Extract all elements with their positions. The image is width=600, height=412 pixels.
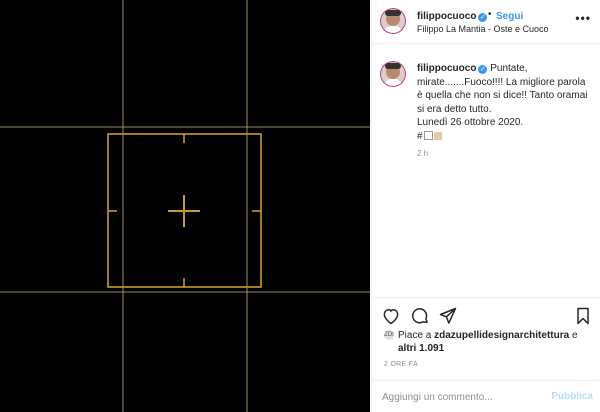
liker-username[interactable]: zdazupellidesignarchitettura xyxy=(434,330,569,341)
heart-icon[interactable] xyxy=(381,306,401,326)
header-subtitle[interactable]: Filippo La Mantia - Oste e Cuoco xyxy=(417,24,549,34)
verified-badge-icon: ✓ xyxy=(478,65,488,74)
post-header: filippocuoco ✓ • Segui Filippo La Mantia … xyxy=(372,0,600,44)
skin-tone-emoji-icon xyxy=(433,131,442,140)
caption-username[interactable]: filippocuoco xyxy=(417,63,476,74)
post-timestamp[interactable]: 2 ORE FA xyxy=(384,361,418,368)
separator-dot: • xyxy=(488,9,492,20)
avatar[interactable] xyxy=(380,8,406,34)
caption-time-ago: 2 h xyxy=(417,149,429,158)
gif-emoji-icon xyxy=(423,130,433,140)
likes-summary: ZDI Piace a zdazupellidesignarchitettura… xyxy=(384,330,578,354)
caption-avatar[interactable] xyxy=(380,61,406,87)
caption-text: filippocuoco ✓ Puntate, mirate.......Fuoc… xyxy=(417,62,593,143)
comment-input[interactable] xyxy=(382,390,552,404)
instagram-post-window: filippocuoco ✓ • Segui Filippo La Mantia … xyxy=(0,0,600,412)
header-username[interactable]: filippocuoco ✓ xyxy=(417,11,488,22)
likes-count-link[interactable]: altri 1.091 xyxy=(398,343,444,354)
caption-hashtag[interactable]: # xyxy=(417,130,593,144)
follow-button[interactable]: Segui xyxy=(496,11,523,22)
post-media[interactable] xyxy=(0,0,370,412)
liker-avatar[interactable]: ZDI xyxy=(384,330,394,340)
camera-viewfinder-graphic xyxy=(0,0,370,412)
publish-button[interactable]: Pubblica xyxy=(551,391,593,402)
caption-date: Lunedì 26 ottobre 2020. xyxy=(417,117,524,128)
post-sidebar: filippocuoco ✓ • Segui Filippo La Mantia … xyxy=(371,0,600,412)
crosshair-icon xyxy=(168,195,200,227)
comment-icon[interactable] xyxy=(410,306,430,326)
bookmark-icon[interactable] xyxy=(573,306,593,326)
more-options-icon[interactable]: ••• xyxy=(575,11,591,25)
comment-bar: Pubblica xyxy=(372,380,600,412)
share-icon[interactable] xyxy=(438,306,458,326)
verified-badge-icon: ✓ xyxy=(478,13,488,22)
